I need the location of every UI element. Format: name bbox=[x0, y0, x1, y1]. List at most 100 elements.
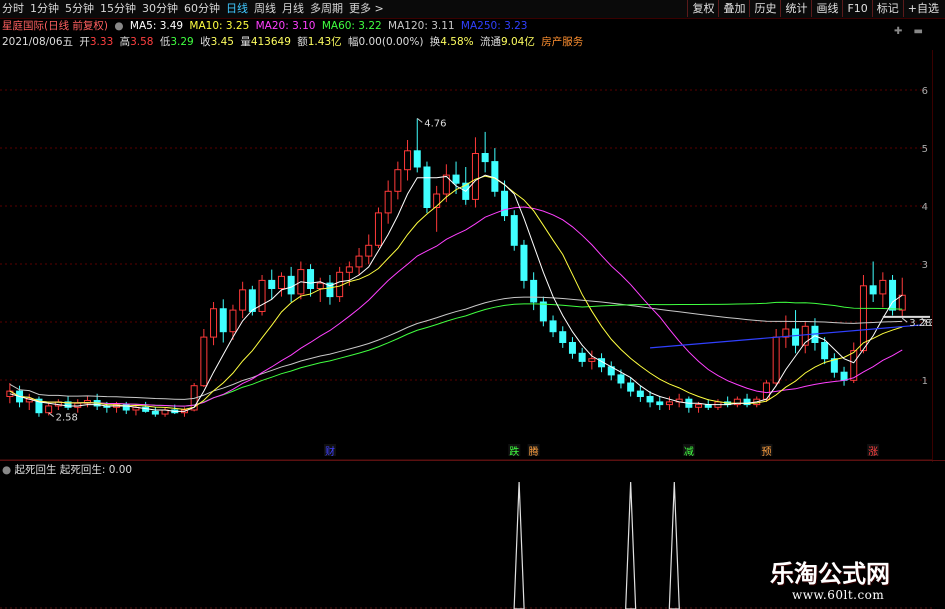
y-tick-label: 1 bbox=[922, 376, 928, 387]
candle-body bbox=[219, 308, 227, 333]
candle-body bbox=[501, 190, 509, 217]
kline-chart[interactable]: 1234564.762.583.283.28财跌腾减预涨 bbox=[0, 50, 932, 460]
candle-body bbox=[452, 174, 460, 184]
candle-body bbox=[869, 285, 877, 295]
candle-body bbox=[307, 269, 315, 290]
ma60-label: MA60: 3.22 bbox=[321, 20, 382, 32]
candle-body bbox=[45, 405, 53, 414]
price-annotation: 4.76 bbox=[424, 118, 446, 129]
vol-value: 413649 bbox=[250, 36, 291, 48]
candle-body bbox=[549, 320, 557, 333]
tool-button-0[interactable]: 复权 bbox=[687, 0, 718, 17]
chg-value: 0.00(0.00%) bbox=[358, 36, 424, 48]
period-tab-10[interactable]: 更多 > bbox=[349, 1, 384, 17]
period-tab-4[interactable]: 30分钟 bbox=[142, 1, 178, 17]
period-tab-0[interactable]: 分时 bbox=[2, 1, 24, 17]
quote-date: 2021/08/06五 bbox=[2, 36, 74, 48]
amt-label: 额 bbox=[297, 36, 308, 48]
low-label: 低 bbox=[159, 36, 171, 48]
high-value: 3.58 bbox=[130, 36, 154, 48]
candle-body bbox=[365, 244, 373, 257]
period-tab-8[interactable]: 月线 bbox=[282, 1, 304, 17]
amt-value: 1.43亿 bbox=[307, 36, 342, 48]
candle-body bbox=[859, 285, 867, 352]
candle-body bbox=[568, 342, 576, 354]
candle-body bbox=[491, 161, 499, 192]
event-marker: 涨 bbox=[868, 446, 878, 458]
tool-button-4[interactable]: 画线 bbox=[811, 0, 842, 17]
candle-body bbox=[413, 150, 421, 168]
annotation-pointer bbox=[416, 118, 423, 123]
candle-body bbox=[559, 331, 567, 344]
period-tab-1[interactable]: 1分钟 bbox=[30, 1, 59, 17]
tool-button-7[interactable]: +自选 bbox=[902, 0, 943, 17]
period-tab-6[interactable]: 日线 bbox=[226, 1, 248, 17]
candle-body bbox=[510, 215, 518, 246]
candle-body bbox=[588, 358, 596, 362]
signal-spike bbox=[668, 481, 680, 609]
candle-body bbox=[879, 279, 887, 295]
candle-body bbox=[277, 275, 285, 290]
candle-body bbox=[336, 271, 344, 298]
indicator-settings-icon[interactable]: ● bbox=[2, 464, 11, 476]
industry-label[interactable]: 房产服务 bbox=[541, 36, 583, 48]
y-tick-label: 4 bbox=[922, 202, 928, 213]
candle-body bbox=[539, 301, 547, 322]
candle-body bbox=[345, 266, 353, 273]
annotation-pointer bbox=[901, 317, 908, 323]
watermark-title: 乐淘公式网 bbox=[770, 560, 890, 588]
candle-body bbox=[898, 294, 906, 311]
candle-body bbox=[404, 150, 412, 171]
period-tab-7[interactable]: 周线 bbox=[254, 1, 276, 17]
turn-label: 换 bbox=[429, 36, 441, 48]
pane-separator[interactable] bbox=[0, 460, 945, 461]
candle-body bbox=[840, 371, 848, 381]
candle-body bbox=[665, 401, 673, 406]
watermark-url: www.60lt.com bbox=[792, 588, 885, 602]
event-marker: 腾 bbox=[529, 445, 539, 458]
y-tick-label: 6 bbox=[922, 86, 928, 97]
ma10-label: MA10: 3.25 bbox=[189, 20, 250, 32]
candle-body bbox=[258, 279, 266, 312]
zoom-out-icon[interactable]: ▬ bbox=[914, 26, 923, 37]
close-label: 收 bbox=[200, 36, 211, 48]
chg-label: 幅 bbox=[347, 36, 359, 48]
y-tick-label: 3 bbox=[922, 260, 928, 271]
open-label: 开 bbox=[79, 36, 90, 48]
event-marker: 财 bbox=[325, 445, 335, 458]
ma250-label: MA250: 3.23 bbox=[460, 20, 528, 32]
candle-body bbox=[374, 212, 382, 246]
chart-controls: ✚ ▬ bbox=[886, 26, 923, 37]
tool-button-1[interactable]: 叠加 bbox=[718, 0, 749, 17]
tool-button-2[interactable]: 历史 bbox=[749, 0, 780, 17]
period-tab-5[interactable]: 60分钟 bbox=[184, 1, 220, 17]
period-tab-2[interactable]: 5分钟 bbox=[65, 1, 94, 17]
price-annotation: 3.28 bbox=[909, 318, 931, 329]
tool-button-6[interactable]: 标记 bbox=[871, 0, 903, 17]
candle-body bbox=[229, 309, 237, 333]
ma5-label: MA5: 3.49 bbox=[129, 20, 184, 32]
candle-body bbox=[210, 308, 218, 338]
candle-body bbox=[268, 279, 276, 289]
period-tab-9[interactable]: 多周期 bbox=[310, 1, 343, 17]
candle-body bbox=[471, 153, 479, 200]
high-label: 高 bbox=[119, 36, 131, 48]
candle-body bbox=[248, 289, 256, 312]
period-tab-3[interactable]: 15分钟 bbox=[100, 1, 136, 17]
candle-body bbox=[394, 169, 402, 192]
quote-line: 2021/08/06五 开3.33 高3.58 低3.29 收3.45 量413… bbox=[2, 35, 583, 50]
tool-button-3[interactable]: 统计 bbox=[780, 0, 811, 17]
zoom-in-icon[interactable]: ✚ bbox=[894, 26, 902, 37]
settings-dot-icon[interactable]: ● bbox=[114, 20, 123, 32]
candle-body bbox=[287, 275, 295, 295]
candle-body bbox=[627, 382, 635, 392]
candle-body bbox=[792, 328, 800, 346]
price-annotation: 2.58 bbox=[56, 413, 78, 424]
candle-body bbox=[617, 374, 625, 384]
candle-body bbox=[656, 401, 664, 406]
turn-value: 4.58% bbox=[440, 36, 474, 48]
candle-body bbox=[821, 342, 829, 360]
signal-spike bbox=[513, 481, 525, 609]
candle-body bbox=[355, 255, 363, 268]
tool-button-5[interactable]: F10 bbox=[842, 0, 871, 17]
